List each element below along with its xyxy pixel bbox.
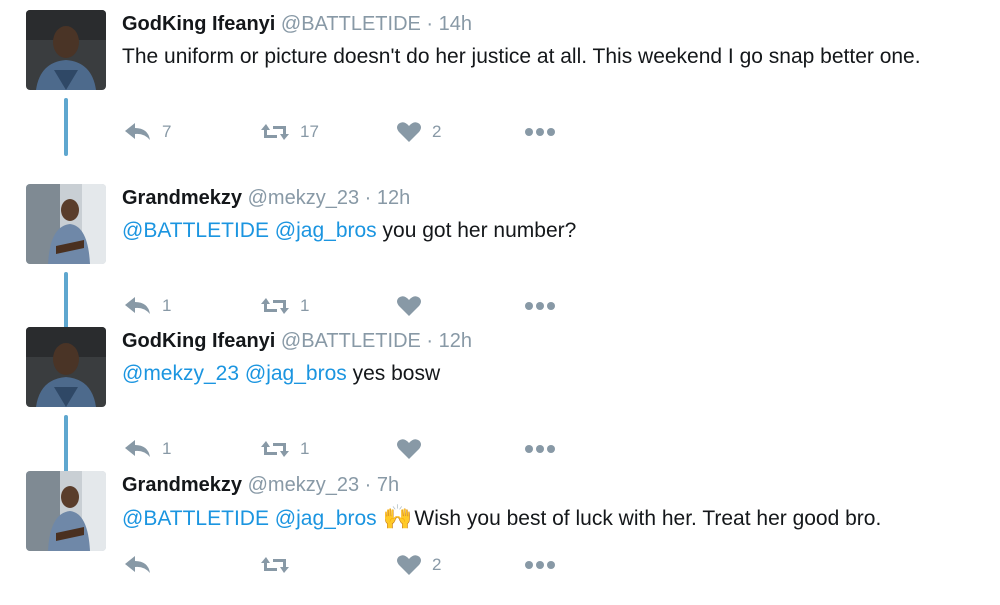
mention-link[interactable]: @jag_bros — [275, 507, 377, 530]
reply-count: 7 — [162, 122, 172, 141]
separator: · — [426, 330, 434, 352]
like-button[interactable] — [396, 437, 432, 461]
retweet-icon — [261, 298, 289, 314]
retweet-count: 1 — [300, 439, 310, 458]
avatar[interactable] — [26, 471, 106, 551]
avatar[interactable] — [26, 327, 106, 407]
tweet-actions: 7 17 2 — [122, 120, 722, 144]
separator: · — [364, 474, 372, 496]
tweet-header: Grandmekzy @mekzy_23 · 7h — [122, 473, 399, 497]
tweet-actions: 2 — [122, 553, 722, 577]
author-name[interactable]: Grandmekzy — [122, 187, 242, 209]
reply-button[interactable]: 1 — [124, 294, 171, 318]
author-name[interactable]: GodKing Ifeanyi — [122, 330, 275, 352]
raised-hands-emoji: 🙌 — [382, 504, 413, 531]
separator: · — [364, 187, 372, 209]
timestamp[interactable]: 14h — [439, 13, 472, 35]
avatar[interactable] — [26, 184, 106, 264]
retweet-count: 17 — [300, 122, 319, 141]
reply-count: 1 — [162, 439, 172, 458]
mention-link[interactable]: @BATTLETIDE — [122, 507, 269, 530]
retweet-button[interactable]: 1 — [260, 294, 309, 318]
heart-icon — [397, 439, 421, 459]
mention-link[interactable]: @BATTLETIDE — [122, 219, 269, 242]
heart-icon — [397, 122, 421, 142]
tweet[interactable]: Grandmekzy @mekzy_23 · 12h @BATTLETIDE @… — [0, 174, 1000, 330]
tweet-header: GodKing Ifeanyi @BATTLETIDE · 14h — [122, 12, 472, 36]
mention-link[interactable]: @mekzy_23 — [122, 362, 239, 385]
tweet-actions: 1 1 — [122, 294, 722, 318]
tweet[interactable]: GodKing Ifeanyi @BATTLETIDE · 12h @mekzy… — [0, 317, 1000, 473]
retweet-button[interactable]: 1 — [260, 437, 309, 461]
reply-icon — [125, 297, 150, 314]
heart-icon — [397, 555, 421, 575]
tweet-actions: 1 1 — [122, 437, 722, 461]
more-options-button[interactable] — [524, 120, 556, 144]
reply-icon — [125, 123, 150, 140]
tweet-text-content: The uniform or picture doesn't do her ju… — [122, 45, 921, 68]
like-count: 2 — [432, 555, 442, 574]
timestamp[interactable]: 12h — [439, 330, 472, 352]
author-handle[interactable]: @mekzy_23 — [248, 474, 359, 496]
tweet-text: @BATTLETIDE @jag_bros 🙌Wish you best of … — [122, 503, 982, 533]
heart-icon — [397, 296, 421, 316]
thread-line — [64, 98, 68, 156]
separator: · — [426, 13, 434, 35]
like-count: 2 — [432, 122, 442, 141]
reply-button[interactable] — [124, 553, 162, 577]
reply-count: 1 — [162, 296, 172, 315]
tweet-text-content: you got her number? — [382, 219, 577, 242]
author-name[interactable]: Grandmekzy — [122, 474, 242, 496]
tweet-header: GodKing Ifeanyi @BATTLETIDE · 12h — [122, 329, 472, 353]
retweet-count: 1 — [300, 296, 310, 315]
more-dots-icon — [525, 445, 555, 453]
tweet-text-content: Wish you best of luck with her. Treat he… — [414, 507, 882, 530]
more-options-button[interactable] — [524, 294, 556, 318]
author-handle[interactable]: @mekzy_23 — [248, 187, 359, 209]
like-button[interactable]: 2 — [396, 553, 441, 577]
more-dots-icon — [525, 128, 555, 136]
tweet[interactable]: GodKing Ifeanyi @BATTLETIDE · 14h The un… — [0, 0, 1000, 156]
tweet[interactable]: Grandmekzy @mekzy_23 · 7h @BATTLETIDE @j… — [0, 461, 1000, 605]
tweet-header: Grandmekzy @mekzy_23 · 12h — [122, 186, 410, 210]
more-options-button[interactable] — [524, 553, 556, 577]
tweet-text: The uniform or picture doesn't do her ju… — [122, 42, 982, 71]
more-options-button[interactable] — [524, 437, 556, 461]
timestamp[interactable]: 7h — [377, 474, 399, 496]
retweet-button[interactable]: 17 — [260, 120, 319, 144]
avatar[interactable] — [26, 10, 106, 90]
mention-link[interactable]: @jag_bros — [245, 362, 347, 385]
retweet-icon — [261, 441, 289, 457]
like-button[interactable] — [396, 294, 432, 318]
like-button[interactable]: 2 — [396, 120, 441, 144]
author-handle[interactable]: @BATTLETIDE — [281, 330, 421, 352]
reply-icon — [125, 440, 150, 457]
retweet-button[interactable] — [260, 553, 300, 577]
tweet-text-content: yes bosw — [352, 362, 441, 385]
retweet-icon — [261, 124, 289, 140]
retweet-icon — [261, 557, 289, 573]
reply-button[interactable]: 1 — [124, 437, 171, 461]
author-handle[interactable]: @BATTLETIDE — [281, 13, 421, 35]
more-dots-icon — [525, 302, 555, 310]
timestamp[interactable]: 12h — [377, 187, 410, 209]
mention-link[interactable]: @jag_bros — [275, 219, 377, 242]
tweet-text: @BATTLETIDE @jag_bros you got her number… — [122, 216, 982, 245]
tweet-text: @mekzy_23 @jag_bros yes bosw — [122, 359, 982, 388]
reply-button[interactable]: 7 — [124, 120, 171, 144]
reply-icon — [125, 556, 150, 573]
author-name[interactable]: GodKing Ifeanyi — [122, 13, 275, 35]
more-dots-icon — [525, 561, 555, 569]
